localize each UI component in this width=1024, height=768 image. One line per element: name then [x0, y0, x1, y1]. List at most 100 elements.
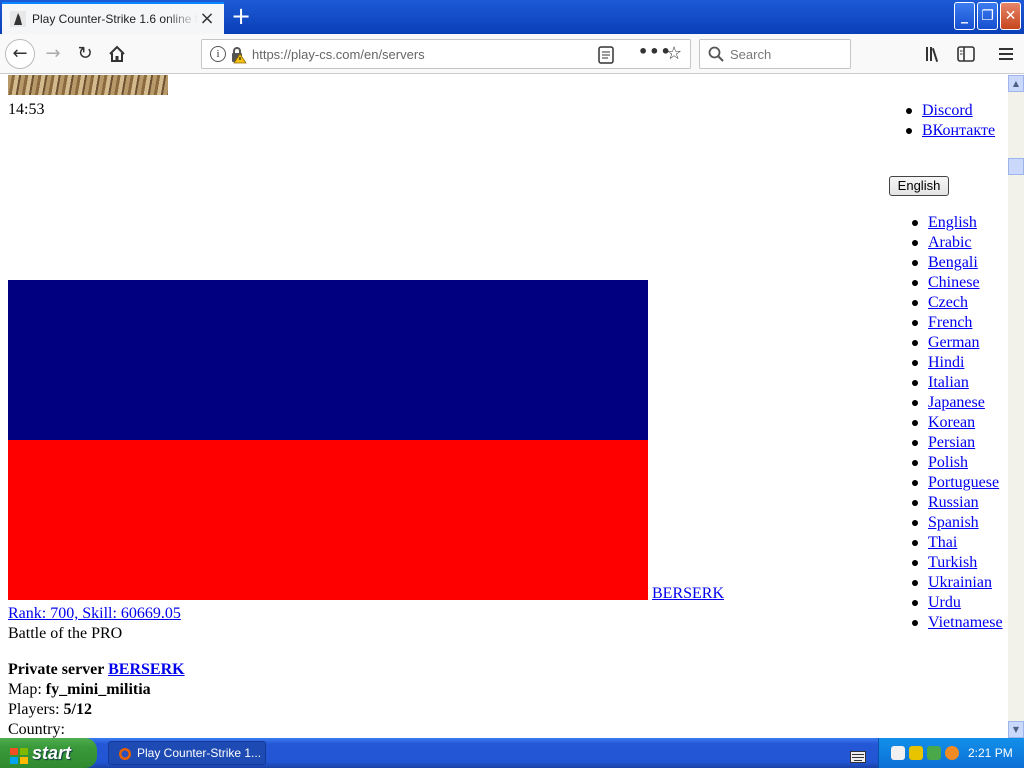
rank-skill-link[interactable]: Rank: 700, Skill: 60669.05: [8, 605, 181, 623]
language-link[interactable]: Portuguese: [928, 474, 999, 491]
banner-image: [8, 75, 168, 95]
system-clock: 2:21 PM: [968, 746, 1013, 760]
navigation-toolbar: ← → ↻ i https://play-cs.com/en/servers •…: [0, 34, 1024, 74]
taskbar-window-label: Play Counter-Strike 1...: [137, 746, 262, 760]
language-item-thai[interactable]: Thai: [912, 533, 1003, 553]
language-item-french[interactable]: French: [912, 313, 1003, 333]
language-link[interactable]: Czech: [928, 294, 968, 311]
firefox-icon: [117, 746, 133, 760]
language-link[interactable]: Italian: [928, 374, 969, 391]
language-link[interactable]: Hindi: [928, 354, 964, 371]
search-bar[interactable]: [699, 39, 851, 69]
language-link[interactable]: Thai: [928, 534, 957, 551]
language-item-persian[interactable]: Persian: [912, 433, 1003, 453]
language-item-ukrainian[interactable]: Ukrainian: [912, 573, 1003, 593]
taskbar-window-button[interactable]: Play Counter-Strike 1...: [108, 741, 266, 765]
language-item-czech[interactable]: Czech: [912, 293, 1003, 313]
language-link[interactable]: Japanese: [928, 394, 985, 411]
language-link[interactable]: Urdu: [928, 594, 961, 611]
minimize-window-button[interactable]: _: [954, 2, 975, 30]
counter-strike-favicon-icon: [10, 11, 26, 27]
players-info: Players: 5/12: [8, 701, 92, 718]
start-label: start: [32, 743, 72, 763]
reader-view-icon[interactable]: [598, 46, 614, 64]
flag-bottom-stripe: [8, 440, 648, 600]
language-item-polish[interactable]: Polish: [912, 453, 1003, 473]
page-viewport: 14:53 Discord ВКонтакте English English A…: [0, 75, 1008, 738]
language-link[interactable]: Chinese: [928, 274, 980, 291]
scroll-down-button[interactable]: ▼: [1008, 721, 1024, 738]
language-list: English Arabic Bengali Chinese Czech French Ge…: [912, 213, 1003, 633]
language-item-korean[interactable]: Korean: [912, 413, 1003, 433]
home-button[interactable]: [102, 39, 132, 69]
language-item-vietnamese[interactable]: Vietnamese: [912, 613, 1003, 633]
language-item-portuguese[interactable]: Portuguese: [912, 473, 1003, 493]
social-links-list: Discord ВКонтакте: [906, 101, 995, 141]
language-link[interactable]: German: [928, 334, 980, 351]
address-bar[interactable]: i https://play-cs.com/en/servers ••• ☆: [201, 39, 691, 69]
language-item-arabic[interactable]: Arabic: [912, 233, 1003, 253]
language-link[interactable]: Ukrainian: [928, 574, 992, 591]
scrollbar-thumb[interactable]: [1008, 158, 1024, 175]
server-country-flag[interactable]: [8, 280, 648, 600]
language-item-bengali[interactable]: Bengali: [912, 253, 1003, 273]
social-link-discord[interactable]: Discord: [906, 101, 995, 121]
bookmark-star-icon[interactable]: ☆: [666, 43, 682, 64]
language-link[interactable]: Persian: [928, 434, 975, 451]
page-clock: 14:53: [8, 101, 45, 118]
flag-top-stripe: [8, 280, 648, 440]
reload-button[interactable]: ↻: [70, 39, 100, 69]
tab-title: Play Counter-Strike 1.6 online free: [32, 12, 198, 26]
language-link[interactable]: English: [928, 214, 977, 231]
url-text: https://play-cs.com/en/servers: [252, 47, 425, 62]
search-input[interactable]: [730, 44, 845, 64]
language-link[interactable]: Bengali: [928, 254, 978, 271]
language-item-turkish[interactable]: Turkish: [912, 553, 1003, 573]
home-icon: [109, 45, 125, 62]
server-name-link[interactable]: BERSERK: [652, 585, 724, 603]
language-link[interactable]: Korean: [928, 414, 975, 431]
language-item-urdu[interactable]: Urdu: [912, 593, 1003, 613]
taskbar: start Play Counter-Strike 1... 2:21 PM: [0, 738, 1024, 768]
language-item-chinese[interactable]: Chinese: [912, 273, 1003, 293]
keyboard-icon[interactable]: [850, 748, 866, 763]
library-icon[interactable]: [924, 44, 944, 64]
language-item-hindi[interactable]: Hindi: [912, 353, 1003, 373]
language-item-spanish[interactable]: Spanish: [912, 513, 1003, 533]
close-window-button[interactable]: ✕: [1000, 2, 1021, 30]
language-link[interactable]: Arabic: [928, 234, 972, 251]
map-info: Map: fy_mini_militia: [8, 681, 151, 698]
vertical-scrollbar[interactable]: ▲ ▼: [1008, 75, 1024, 738]
search-icon: [708, 46, 724, 62]
shield-icon[interactable]: [909, 746, 923, 760]
language-link[interactable]: Spanish: [928, 514, 979, 531]
social-link-vkontakte[interactable]: ВКонтакте: [906, 121, 995, 141]
sidebar-toggle-icon[interactable]: [956, 44, 976, 64]
language-item-german[interactable]: German: [912, 333, 1003, 353]
security-icon[interactable]: [927, 746, 941, 760]
info-icon[interactable]: i: [210, 46, 226, 62]
insecure-lock-icon[interactable]: [230, 46, 248, 64]
forward-button[interactable]: →: [38, 39, 68, 69]
new-tab-button[interactable]: +: [228, 4, 254, 30]
language-link[interactable]: Vietnamese: [928, 614, 1003, 631]
language-item-russian[interactable]: Russian: [912, 493, 1003, 513]
browser-tab[interactable]: Play Counter-Strike 1.6 online free ×: [2, 2, 224, 34]
language-select-button[interactable]: English: [889, 176, 949, 196]
language-item-italian[interactable]: Italian: [912, 373, 1003, 393]
scroll-up-button[interactable]: ▲: [1008, 75, 1024, 92]
language-link[interactable]: French: [928, 314, 972, 331]
language-link[interactable]: Polish: [928, 454, 968, 471]
start-button[interactable]: start: [0, 738, 97, 768]
language-link[interactable]: Turkish: [928, 554, 977, 571]
hamburger-menu-icon[interactable]: [996, 44, 1016, 64]
language-link[interactable]: Russian: [928, 494, 979, 511]
network-icon[interactable]: [891, 746, 905, 760]
search-tray-icon[interactable]: [945, 746, 959, 760]
language-item-japanese[interactable]: Japanese: [912, 393, 1003, 413]
private-server-link[interactable]: BERSERK: [108, 661, 184, 678]
back-button[interactable]: ←: [5, 39, 35, 69]
restore-window-button[interactable]: ❐: [977, 2, 998, 30]
language-item-english[interactable]: English: [912, 213, 1003, 233]
close-tab-icon[interactable]: ×: [198, 10, 216, 28]
